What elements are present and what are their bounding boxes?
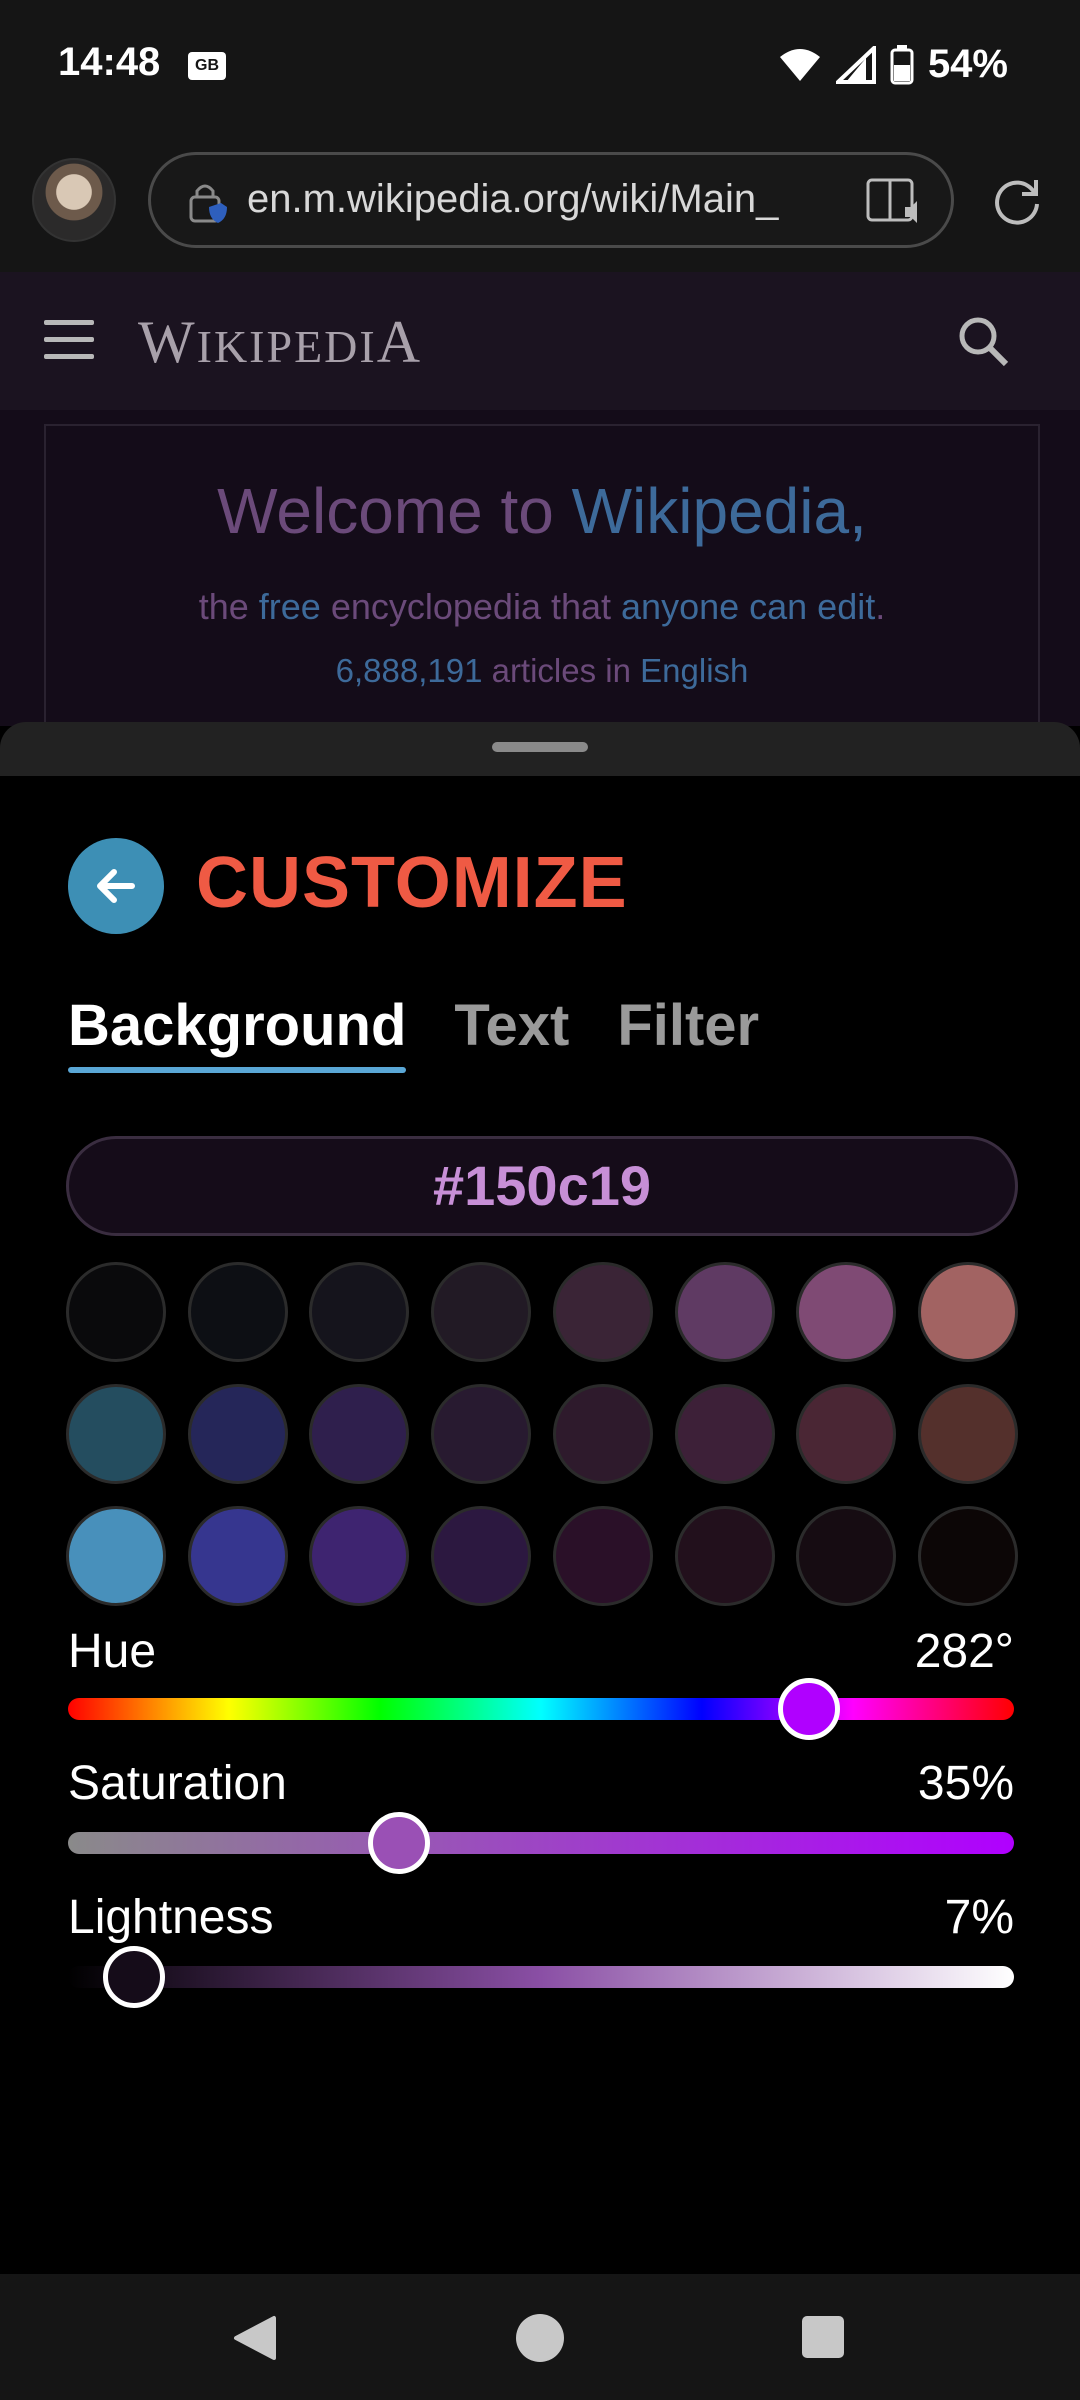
color-swatch[interactable]: [552, 1384, 653, 1484]
tab-bar: Background Text Filter: [68, 992, 759, 1073]
welcome-box: Welcome to Wikipedia, the free encyclope…: [44, 424, 1040, 734]
color-swatch[interactable]: [796, 1262, 897, 1362]
hex-color-input[interactable]: #150c19: [66, 1136, 1018, 1236]
tab-text[interactable]: Text: [454, 992, 569, 1073]
customize-sheet: CUSTOMIZE Background Text Filter #150c19…: [0, 776, 1080, 2274]
hamburger-menu-icon[interactable]: [44, 320, 94, 360]
sheet-title: CUSTOMIZE: [196, 843, 628, 923]
color-swatch[interactable]: [552, 1506, 653, 1606]
saturation-label: Saturation: [68, 1757, 287, 1810]
color-swatch[interactable]: [674, 1384, 775, 1484]
status-time: 14:48: [58, 40, 161, 84]
bottom-sheet-handle-area[interactable]: [0, 722, 1080, 776]
search-icon[interactable]: [956, 314, 1010, 368]
article-count: 6,888,191 articles in English: [46, 652, 1038, 690]
wikipedia-main-page: Welcome to Wikipedia, the free encyclope…: [0, 410, 1080, 734]
nav-home-icon[interactable]: [516, 2314, 564, 2362]
color-swatch[interactable]: [187, 1384, 288, 1484]
reload-icon[interactable]: [990, 174, 1044, 228]
wikipedia-logo[interactable]: WIKIPEDIA: [138, 308, 422, 377]
subtitle-middle: encyclopedia that: [320, 586, 622, 627]
drag-handle[interactable]: [492, 742, 588, 752]
lightness-label: Lightness: [68, 1891, 274, 1944]
article-count-link[interactable]: 6,888,191: [336, 652, 483, 689]
swatch-row: [66, 1262, 1018, 1362]
status-icons: 54%: [778, 42, 1008, 87]
color-swatch[interactable]: [187, 1506, 288, 1606]
color-swatch[interactable]: [552, 1262, 653, 1362]
color-swatch[interactable]: [674, 1262, 775, 1362]
lock-shield-icon[interactable]: [187, 181, 229, 225]
swatch-grid: [66, 1262, 1018, 1628]
color-swatch[interactable]: [309, 1262, 410, 1362]
welcome-subtitle: the free encyclopedia that anyone can ed…: [46, 586, 1038, 628]
color-swatch[interactable]: [431, 1384, 532, 1484]
color-swatch[interactable]: [796, 1506, 897, 1606]
article-count-suffix: articles in: [482, 652, 641, 689]
subtitle-suffix: .: [875, 586, 886, 627]
hue-label: Hue: [68, 1625, 157, 1678]
color-swatch[interactable]: [66, 1506, 166, 1606]
status-bar: 14:48 GB 54%: [0, 0, 1080, 132]
color-swatch[interactable]: [917, 1262, 1018, 1362]
lightness-slider-block: Lightness 7%: [68, 1890, 1014, 2008]
saturation-slider-thumb[interactable]: [368, 1812, 431, 1874]
welcome-prefix: Welcome to: [217, 475, 572, 547]
profile-avatar[interactable]: [32, 158, 116, 242]
hue-slider-track[interactable]: [68, 1698, 1014, 1720]
color-swatch[interactable]: [66, 1384, 166, 1484]
hue-slider-block: Hue 282°: [68, 1624, 1014, 1740]
color-swatch[interactable]: [431, 1506, 532, 1606]
browser-toolbar: en.m.wikipedia.org/wiki/Main_: [0, 132, 1080, 272]
lightness-slider-thumb[interactable]: [103, 1946, 166, 2008]
tab-filter[interactable]: Filter: [617, 992, 759, 1073]
english-link[interactable]: English: [640, 652, 748, 689]
reader-mode-icon[interactable]: [865, 177, 921, 227]
color-swatch[interactable]: [66, 1262, 166, 1362]
free-link[interactable]: free: [259, 586, 321, 627]
system-navigation-bar: [0, 2274, 1080, 2400]
swatch-row: [66, 1384, 1018, 1484]
url-text: en.m.wikipedia.org/wiki/Main_: [247, 177, 779, 221]
tab-background[interactable]: Background: [68, 992, 407, 1073]
welcome-suffix: ,: [849, 475, 867, 547]
color-swatch[interactable]: [431, 1262, 532, 1362]
battery-icon: [890, 44, 914, 84]
color-swatch[interactable]: [309, 1506, 410, 1606]
color-swatch[interactable]: [796, 1384, 897, 1484]
logo-letter: W: [138, 309, 197, 375]
subtitle-prefix: the: [198, 586, 259, 627]
logo-letters: IKIPEDI: [196, 321, 377, 372]
color-swatch[interactable]: [917, 1506, 1018, 1606]
saturation-value: 35%: [917, 1757, 1014, 1810]
wifi-icon: [779, 48, 820, 81]
saturation-slider-block: Saturation 35%: [68, 1756, 1014, 1874]
color-swatch[interactable]: [309, 1384, 410, 1484]
wikipedia-link[interactable]: Wikipedia: [572, 475, 849, 547]
color-swatch[interactable]: [674, 1506, 775, 1606]
nav-back-icon[interactable]: [232, 2314, 278, 2362]
color-swatch[interactable]: [187, 1262, 288, 1362]
signal-icon: [835, 45, 876, 84]
lightness-slider-track[interactable]: [68, 1966, 1014, 1988]
url-bar[interactable]: en.m.wikipedia.org/wiki/Main_: [148, 152, 954, 248]
swatch-row: [66, 1506, 1018, 1606]
gb-notification-icon: GB: [188, 52, 226, 80]
wikipedia-header: WIKIPEDIA: [0, 272, 1080, 410]
nav-recents-icon[interactable]: [802, 2316, 844, 2358]
battery-percentage: 54%: [927, 42, 1008, 86]
lightness-value: 7%: [944, 1891, 1014, 1944]
back-button[interactable]: [68, 838, 164, 934]
hue-value: 282°: [914, 1625, 1014, 1678]
saturation-slider-track[interactable]: [68, 1832, 1014, 1854]
color-swatch[interactable]: [917, 1384, 1018, 1484]
hue-slider-thumb[interactable]: [778, 1678, 841, 1740]
logo-letter-end: A: [376, 309, 423, 375]
welcome-title: Welcome to Wikipedia,: [46, 474, 1038, 548]
arrow-left-icon: [97, 869, 135, 903]
anyone-can-edit-link[interactable]: anyone can edit: [621, 586, 875, 627]
